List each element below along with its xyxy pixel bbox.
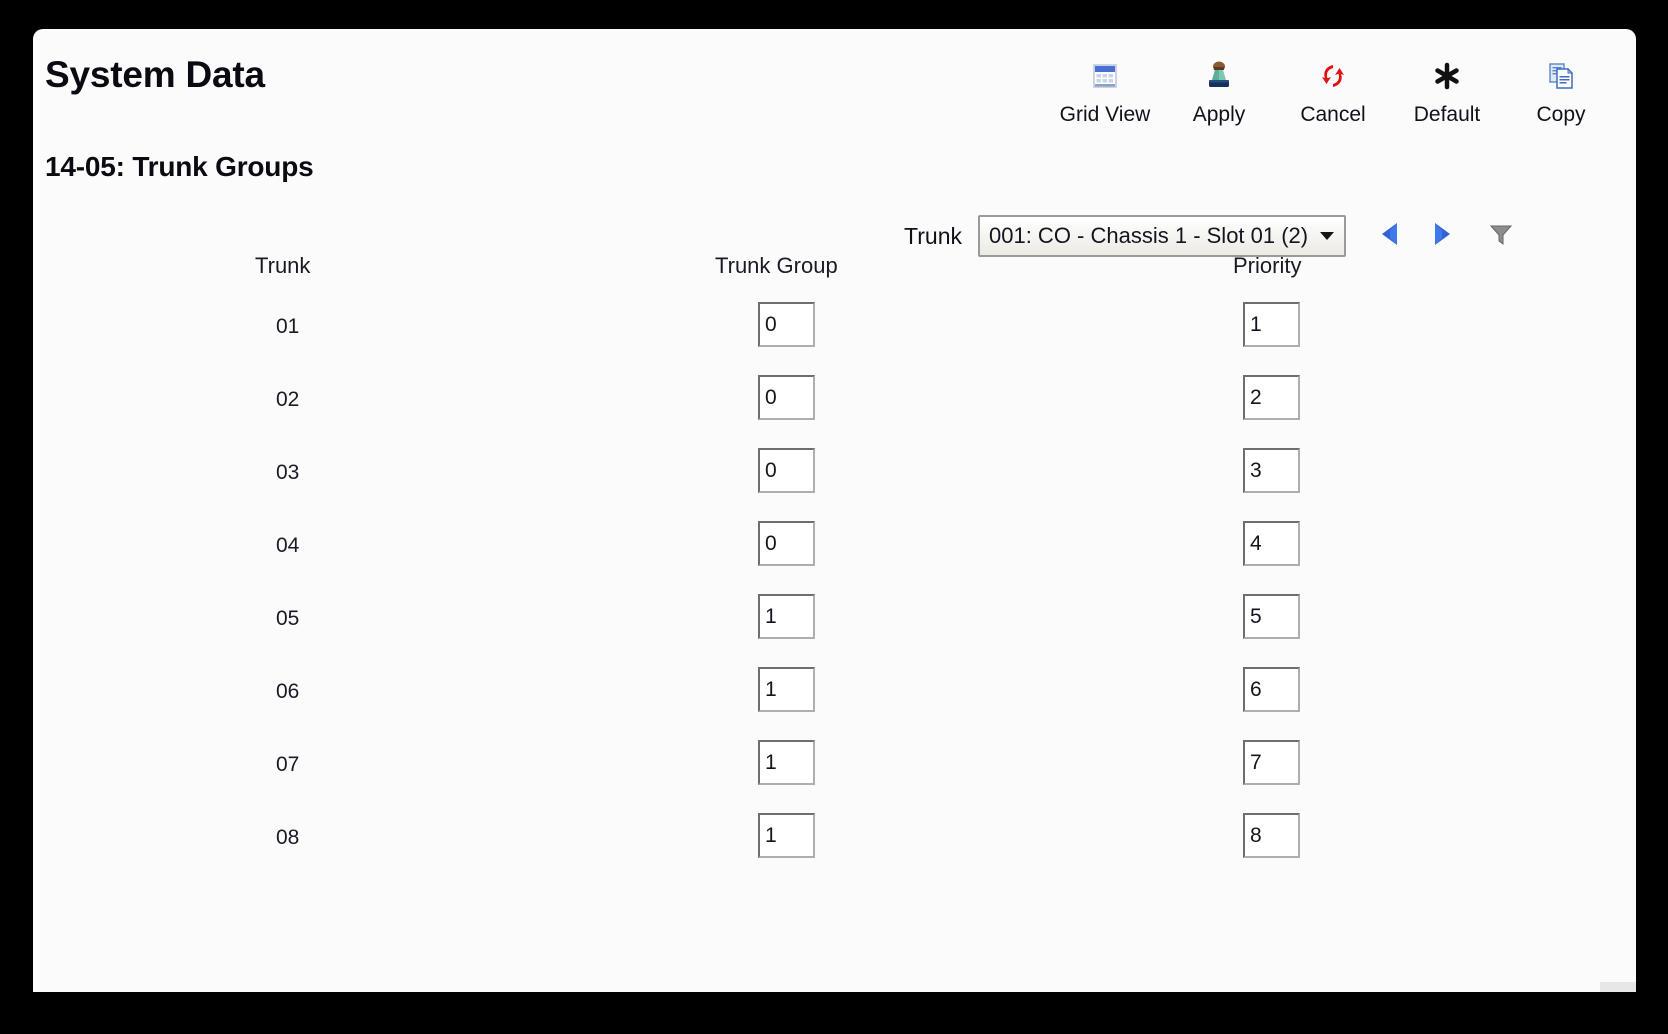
trunk-number: 01 [276,315,300,338]
trunk-group-input[interactable]: 1 [758,813,815,858]
grid-view-icon [1090,55,1120,97]
cancel-button[interactable]: Cancel [1276,47,1390,127]
trunk-group-value: 0 [765,385,777,409]
priority-value: 6 [1250,677,1262,701]
copy-button[interactable]: Copy [1504,47,1618,127]
priority-value: 5 [1250,604,1262,628]
header: System Data 14-05: Trunk Groups Grid Vie… [33,29,1636,257]
app-window: System Data 14-05: Trunk Groups Grid Vie… [0,0,1668,1034]
resize-grip[interactable] [1600,982,1636,992]
table-row: 03 0 3 [33,437,1636,510]
cancel-label: Cancel [1300,103,1366,126]
table-row: 06 1 6 [33,656,1636,729]
trunk-group-input[interactable]: 0 [758,521,815,566]
copy-label: Copy [1536,103,1586,126]
apply-label: Apply [1192,103,1246,126]
priority-value: 2 [1250,385,1262,409]
trunk-group-value: 0 [765,531,777,555]
app-title: System Data [45,54,265,95]
trunk-group-input[interactable]: 1 [758,594,815,639]
table-row: 07 1 7 [33,729,1636,802]
trunk-group-input[interactable]: 0 [758,375,815,420]
trunk-number: 08 [276,826,300,849]
trunk-number: 06 [276,680,300,703]
trunk-group-value: 1 [765,604,777,628]
column-header-trunk: Trunk [255,253,311,278]
priority-input[interactable]: 2 [1243,375,1300,420]
trunk-number: 07 [276,753,300,776]
trunk-group-value: 1 [765,823,777,847]
trunk-number: 04 [276,534,300,557]
priority-input[interactable]: 8 [1243,813,1300,858]
copy-pages-icon [1545,55,1577,97]
trunk-number: 05 [276,607,300,630]
priority-value: 7 [1250,750,1262,774]
priority-value: 4 [1250,531,1262,555]
priority-input[interactable]: 4 [1243,521,1300,566]
table-row: 02 0 2 [33,364,1636,437]
trunk-number: 02 [276,388,300,411]
default-label: Default [1413,103,1481,126]
trunk-groups-table: Trunk Trunk Group Priority 01 0 1 02 0 2… [33,229,1636,875]
trunk-group-input[interactable]: 0 [758,302,815,347]
trunk-group-input[interactable]: 1 [758,740,815,785]
table-row: 08 1 8 [33,802,1636,875]
page-title: 14-05: Trunk Groups [45,151,314,182]
trunk-group-value: 1 [765,750,777,774]
grid-view-label: Grid View [1059,103,1151,126]
table-row: 04 0 4 [33,510,1636,583]
priority-value: 3 [1250,458,1262,482]
default-button[interactable]: Default [1390,47,1504,127]
trunk-group-value: 0 [765,312,777,336]
column-header-trunk-group: Trunk Group [715,253,838,278]
trunk-group-value: 0 [765,458,777,482]
table-header-row: Trunk Trunk Group Priority [33,229,1636,291]
asterisk-icon [1431,55,1463,97]
trunk-group-value: 1 [765,677,777,701]
content-panel: System Data 14-05: Trunk Groups Grid Vie… [33,29,1636,992]
column-header-priority: Priority [1233,253,1302,278]
stamp-icon [1202,55,1236,97]
trunk-group-input[interactable]: 1 [758,667,815,712]
priority-value: 8 [1250,823,1262,847]
trunk-group-input[interactable]: 0 [758,448,815,493]
toolbar: Grid View Apply Cancel Default Copy [1048,47,1618,127]
priority-input[interactable]: 7 [1243,740,1300,785]
table-row: 01 0 1 [33,291,1636,364]
priority-value: 1 [1250,312,1262,336]
priority-input[interactable]: 1 [1243,302,1300,347]
refresh-undo-icon [1317,55,1349,97]
grid-view-button[interactable]: Grid View [1048,47,1162,127]
priority-input[interactable]: 6 [1243,667,1300,712]
priority-input[interactable]: 3 [1243,448,1300,493]
priority-input[interactable]: 5 [1243,594,1300,639]
table-row: 05 1 5 [33,583,1636,656]
apply-button[interactable]: Apply [1162,47,1276,127]
trunk-number: 03 [276,461,300,484]
